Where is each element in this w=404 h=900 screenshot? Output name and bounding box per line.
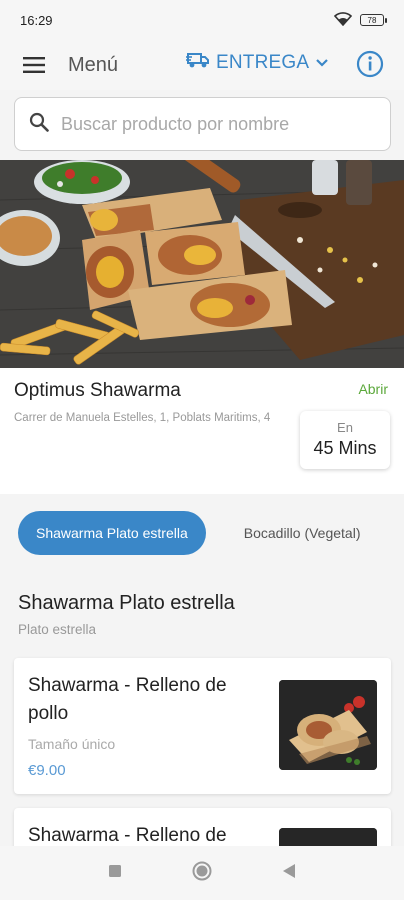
delivery-truck-icon [186,50,210,76]
delivery-mode-label: ENTREGA [216,52,310,73]
category-tabs: Shawarma Plato estrella Bocadillo (Veget… [18,511,379,555]
product-name: Shawarma - Relleno de pollo [28,675,227,724]
product-card[interactable]: Shawarma - Relleno de pollo Tamaño único… [14,658,391,794]
battery-icon: 78 [360,14,387,26]
category-tab-bocadillo-vegetal[interactable]: Bocadillo (Vegetal) [226,511,379,555]
info-icon[interactable] [356,50,384,78]
product-image [279,680,377,770]
search-icon [29,112,49,137]
eta-label: En [337,420,353,435]
status-bar: 16:29 78 [0,0,404,40]
search-box[interactable] [14,97,391,151]
app-root: 16:29 78 Menú ENTREGA Buscar producto po… [0,0,404,900]
store-address: Carrer de Manuela Estelles, 1, Poblats M… [14,412,271,424]
eta-value: 45 Mins [313,438,377,458]
wifi-icon [333,11,353,29]
section-title: Shawarma Plato estrella [18,592,235,614]
store-banner-image [0,160,404,368]
chevron-down-icon [315,52,329,74]
delivery-mode-selector[interactable]: ENTREGA [186,50,329,76]
store-info-card: Optimus Shawarma Abrir Carrer de Manuela… [0,368,404,494]
hamburger-menu-icon[interactable] [16,47,52,83]
status-time: 16:29 [20,12,53,28]
battery-level: 78 [367,15,377,25]
category-tab-shawarma-plato-estrella[interactable]: Shawarma Plato estrella [18,511,206,555]
nav-home-icon[interactable] [192,861,212,886]
store-open-status: Abrir [358,381,388,397]
search-input[interactable] [61,113,361,135]
product-size: Tamaño único [28,736,116,752]
status-icons: 78 [333,11,387,29]
nav-recents-icon[interactable] [108,864,122,883]
delivery-eta-box: En 45 Mins [300,411,390,469]
product-price: €9.00 [28,762,66,779]
system-navigation-bar [0,846,404,900]
nav-back-icon[interactable] [282,863,296,884]
section-subtitle: Plato estrella [18,622,97,637]
app-header: Menú ENTREGA [0,40,404,90]
store-name: Optimus Shawarma [14,380,181,401]
menu-title: Menú [68,53,119,76]
